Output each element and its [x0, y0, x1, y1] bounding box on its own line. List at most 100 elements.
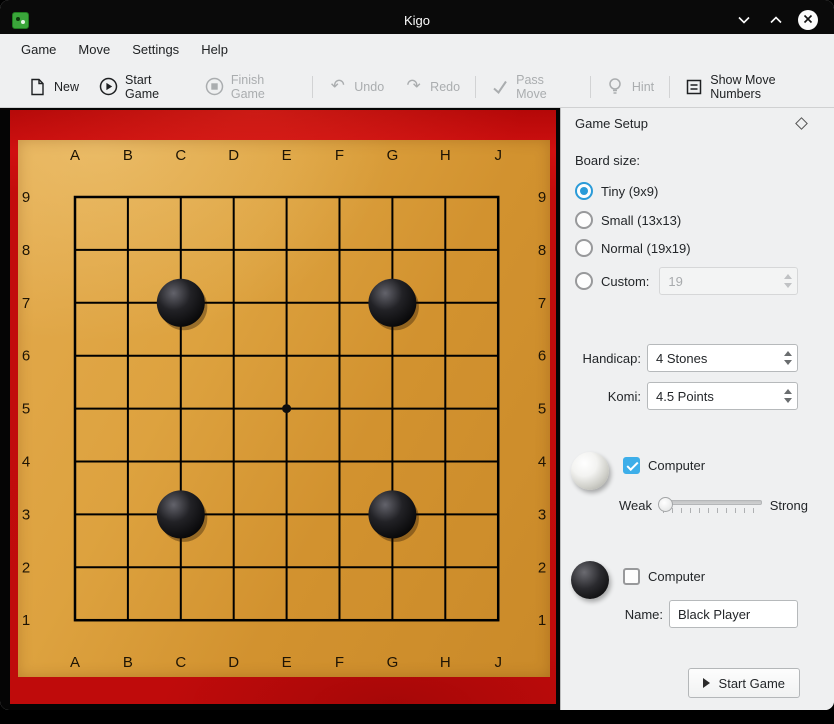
row-label: 9 [538, 189, 546, 206]
komi-spinbox[interactable]: 4.5 Points [647, 382, 798, 410]
strength-slider[interactable] [660, 495, 762, 515]
toolbar-label: Pass Move [516, 73, 575, 101]
radio-row-normal[interactable]: Normal (19x19) [575, 239, 691, 257]
row-label: 5 [538, 401, 546, 418]
board-view: AABBCCDDEEFFGGHHJJ998877665544332211 [0, 108, 560, 710]
column-label: H [440, 147, 451, 164]
column-label: C [175, 147, 186, 164]
name-label: Name: [621, 607, 663, 622]
toolbar-button-show-move-numbers[interactable]: Show Move Numbers [675, 72, 834, 102]
menu-item-game[interactable]: Game [10, 34, 67, 66]
row-label: 7 [22, 295, 30, 312]
toolbar-separator [590, 76, 591, 98]
menu-item-move[interactable]: Move [67, 34, 121, 66]
start-game-button-label: Start Game [719, 676, 785, 691]
lightbulb-icon [606, 77, 625, 96]
board-wood: AABBCCDDEEFFGGHHJJ998877665544332211 [18, 140, 550, 677]
white-stone-avatar [571, 452, 609, 490]
column-label: G [387, 654, 399, 671]
radio-normal[interactable] [575, 239, 593, 257]
row-label: 1 [22, 612, 30, 629]
white-computer-checkbox[interactable] [623, 457, 640, 474]
close-button[interactable] [798, 10, 818, 30]
toolbar: New Start Game Finish Game ↶ Undo ↷ Redo… [0, 66, 834, 108]
minimize-button[interactable] [734, 10, 754, 30]
row-label: 4 [538, 454, 546, 471]
weak-label: Weak [619, 498, 652, 513]
main-content: AABBCCDDEEFFGGHHJJ998877665544332211 Gam… [0, 108, 834, 710]
black-computer-label: Computer [648, 569, 705, 584]
strong-label: Strong [770, 498, 808, 513]
column-label: F [335, 147, 344, 164]
handicap-spinbox[interactable]: 4 Stones [647, 344, 798, 372]
star-point [282, 404, 291, 413]
toolbar-button-new[interactable]: New [18, 72, 89, 102]
column-label: E [282, 654, 292, 671]
column-label: D [228, 654, 239, 671]
board-size-label: Board size: [575, 153, 640, 168]
white-computer-row: Computer [623, 456, 705, 474]
player-name-input[interactable] [669, 600, 798, 628]
column-label: J [494, 654, 502, 671]
close-icon [803, 11, 813, 29]
radio-small-label: Small (13x13) [601, 213, 681, 228]
toolbar-button-redo: ↷ Redo [394, 72, 470, 102]
handicap-value: 4 Stones [648, 351, 778, 366]
toolbar-label: Undo [354, 80, 384, 94]
column-label: C [175, 654, 186, 671]
row-label: 5 [22, 401, 30, 418]
stop-circle-icon [205, 77, 224, 96]
radio-normal-label: Normal (19x19) [601, 241, 691, 256]
spin-down-button[interactable] [784, 398, 792, 403]
row-label: 8 [22, 242, 30, 259]
menu-item-help[interactable]: Help [190, 34, 239, 66]
radio-row-small[interactable]: Small (13x13) [575, 211, 681, 229]
radio-tiny[interactable] [575, 182, 593, 200]
numbered-board-icon [685, 77, 703, 96]
undo-arrow-icon: ↶ [328, 77, 347, 96]
start-game-button[interactable]: Start Game [688, 668, 800, 698]
spin-down-button[interactable] [784, 360, 792, 365]
toolbar-button-finish-game: Finish Game [195, 72, 307, 102]
go-board[interactable]: AABBCCDDEEFFGGHHJJ998877665544332211 [18, 140, 550, 677]
column-label: F [335, 654, 344, 671]
spin-up-button[interactable] [784, 351, 792, 356]
toolbar-separator [312, 76, 313, 98]
black-stone [368, 490, 416, 538]
black-stone [157, 490, 205, 538]
maximize-button[interactable] [766, 10, 786, 30]
dock-float-icon[interactable] [795, 117, 808, 130]
toolbar-label: Finish Game [231, 73, 297, 101]
row-label: 6 [538, 348, 546, 365]
strength-slider-handle[interactable] [658, 497, 673, 512]
radio-row-tiny[interactable]: Tiny (9x9) [575, 182, 658, 200]
column-label: D [228, 147, 239, 164]
toolbar-button-start-game[interactable]: Start Game [89, 72, 195, 102]
window-titlebar: Kigo [0, 0, 834, 34]
spin-buttons [778, 268, 797, 294]
black-computer-checkbox[interactable] [623, 568, 640, 585]
column-label: B [123, 654, 133, 671]
chevron-down-icon [738, 16, 750, 24]
custom-size-value: 19 [660, 274, 778, 289]
kigo-window: Kigo Game Move Settings Help New Start G… [0, 0, 834, 710]
kigo-app-icon [12, 12, 29, 29]
column-label: B [123, 147, 133, 164]
radio-custom-label: Custom: [601, 274, 649, 289]
window-controls [734, 0, 818, 34]
spin-up-button[interactable] [784, 389, 792, 394]
row-label: 2 [538, 559, 546, 576]
black-stone-avatar [571, 561, 609, 599]
black-computer-row: Computer [623, 567, 705, 585]
row-label: 8 [538, 242, 546, 259]
toolbar-label: Redo [430, 80, 460, 94]
radio-small[interactable] [575, 211, 593, 229]
row-label: 4 [22, 454, 30, 471]
window-title: Kigo [404, 13, 430, 28]
row-label: 3 [538, 506, 546, 523]
menu-item-settings[interactable]: Settings [121, 34, 190, 66]
custom-size-spinbox: 19 [659, 267, 798, 295]
toolbar-separator [669, 76, 670, 98]
radio-custom[interactable] [575, 272, 593, 290]
radio-tiny-label: Tiny (9x9) [601, 184, 658, 199]
